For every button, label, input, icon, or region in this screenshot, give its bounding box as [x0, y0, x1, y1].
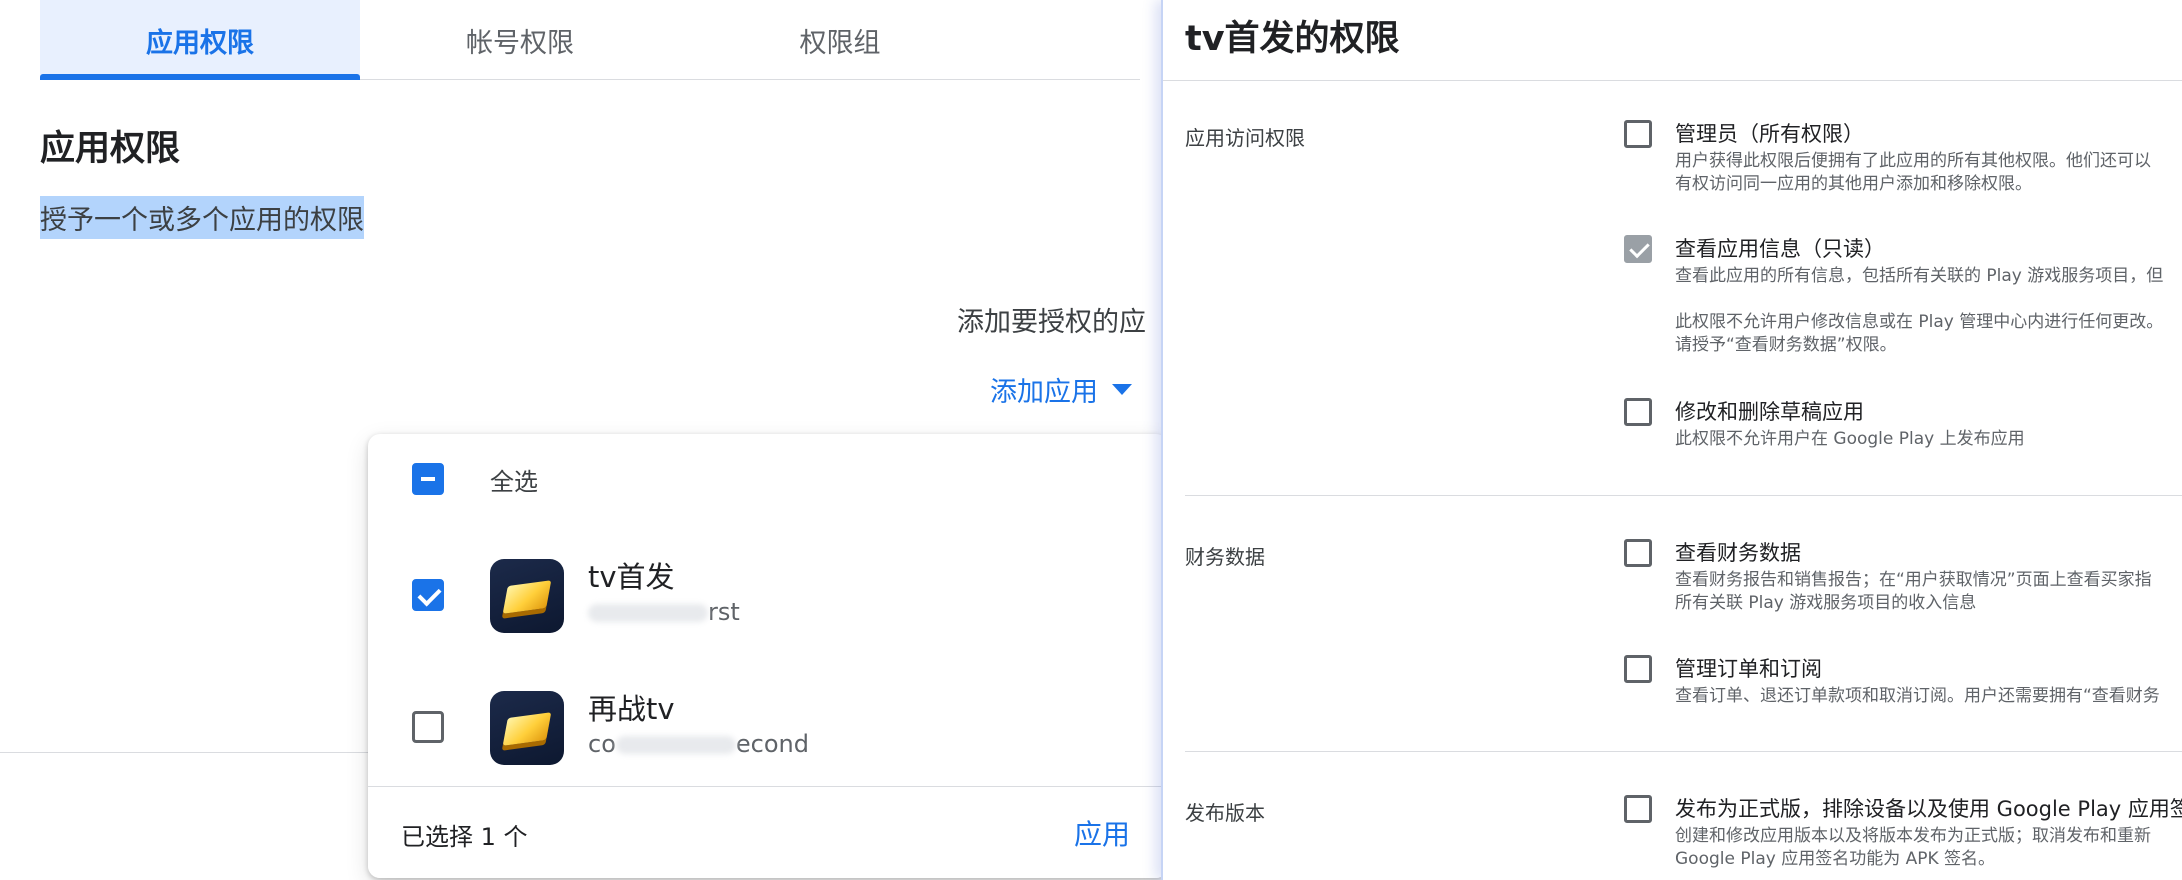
permission-desc-line: 查看订单、退还订单款项和取消订阅。用户还需要拥有“查看财务 — [1675, 686, 2160, 706]
app-package-suffix: rst — [708, 598, 740, 626]
permission-desc-line: 有权访问同一应用的其他用户添加和移除权限。 — [1675, 174, 2032, 194]
permission-desc-line: 查看此应用的所有信息，包括所有关联的 Play 游戏服务项目，但 — [1675, 266, 2164, 286]
app-checkbox[interactable] — [412, 711, 444, 743]
permission-desc-line: 所有关联 Play 游戏服务项目的收入信息 — [1675, 593, 1977, 613]
tab-account-permissions[interactable]: 帐号权限 — [360, 0, 680, 80]
add-app-button[interactable]: 添加应用 — [990, 370, 1132, 409]
app-icon — [490, 691, 564, 765]
permission-tabs: 应用权限 帐号权限 权限组 — [40, 0, 1140, 80]
caret-down-icon — [1112, 384, 1132, 395]
apply-button[interactable]: 应用 — [1074, 813, 1130, 853]
group-label: 应用访问权限 — [1185, 126, 1305, 150]
permission-desc-line: 查看财务报告和销售报告；在“用户获取情况”页面上查看买家指 — [1675, 570, 2152, 590]
tab-app-permissions[interactable]: 应用权限 — [40, 0, 360, 80]
app-select-dropdown: 全选 tv首发 rst 再战tv co econd 已选择 1 个 应用 — [368, 434, 1168, 878]
permission-description: 查看此应用的所有信息，包括所有关联的 Play 游戏服务项目，但 此权限不允许用… — [1675, 265, 2163, 357]
app-icon — [490, 559, 564, 633]
select-all-label: 全选 — [490, 468, 538, 496]
permission-desc-line: 此权限不允许用户修改信息或在 Play 管理中心内进行任何更改。 — [1675, 312, 2164, 332]
permission-checkbox[interactable] — [1624, 539, 1652, 567]
app-package: co econd — [588, 730, 809, 758]
permission-description: 用户获得此权限后便拥有了此应用的所有其他权限。他们还可以 有权访问同一应用的其他… — [1675, 150, 2151, 196]
permission-description: 查看财务报告和销售报告；在“用户获取情况”页面上查看买家指 所有关联 Play … — [1675, 569, 2152, 615]
app-list-item[interactable]: tv首发 rst — [368, 534, 1168, 664]
select-all-checkbox[interactable] — [412, 463, 444, 495]
permission-title: 查看应用信息（只读） — [1675, 237, 1885, 261]
redacted-text — [588, 604, 708, 622]
app-checkbox[interactable] — [412, 579, 444, 611]
divider — [1163, 80, 2182, 81]
select-all-row[interactable]: 全选 — [368, 434, 1168, 524]
permission-checkbox[interactable] — [1624, 120, 1652, 148]
dropdown-footer: 已选择 1 个 应用 — [368, 786, 1168, 878]
selected-count: 已选择 1 个 — [401, 823, 528, 851]
permission-title: 管理订单和订阅 — [1675, 657, 1822, 681]
permission-desc-line: 用户获得此权限后便拥有了此应用的所有其他权限。他们还可以 — [1675, 151, 2151, 171]
redacted-text — [615, 736, 736, 754]
add-app-button-label: 添加应用 — [990, 377, 1098, 408]
permission-description: 查看订单、退还订单款项和取消订阅。用户还需要拥有“查看财务 — [1675, 685, 2160, 708]
permission-desc-line: Google Play 应用签名功能为 APK 签名。 — [1675, 849, 1996, 869]
app-list-item[interactable]: 再战tv co econd — [368, 666, 1168, 796]
app-name: 再战tv — [588, 692, 675, 726]
permission-description: 创建和修改应用版本以及将版本发布为正式版；取消发布和重新 Google Play… — [1675, 825, 2151, 871]
app-package: rst — [588, 598, 740, 626]
permission-desc-line — [1675, 288, 2163, 311]
permission-title: 修改和删除草稿应用 — [1675, 400, 1864, 424]
permission-checkbox[interactable] — [1624, 655, 1652, 683]
permission-title: 查看财务数据 — [1675, 541, 1801, 565]
group-label: 发布版本 — [1185, 801, 1265, 825]
panel-title: tv首发的权限 — [1185, 19, 1400, 59]
app-package-prefix: co — [588, 730, 616, 758]
divider — [1185, 751, 2182, 752]
permission-desc-line: 请授予“查看财务数据”权限。 — [1675, 335, 1897, 355]
section-title: 应用权限 — [40, 129, 181, 169]
permission-description: 此权限不允许用户在 Google Play 上发布应用 — [1675, 428, 2025, 451]
tab-permission-groups[interactable]: 权限组 — [680, 0, 1000, 80]
permission-checkbox[interactable] — [1624, 398, 1652, 426]
permission-checkbox[interactable] — [1624, 235, 1652, 263]
permission-title: 发布为正式版，排除设备以及使用 Google Play 应用签名 — [1675, 797, 2182, 821]
permission-title: 管理员（所有权限） — [1675, 122, 1864, 146]
section-subtitle: 授予一个或多个应用的权限 — [40, 196, 364, 239]
permission-desc-line: 创建和修改应用版本以及将版本发布为正式版；取消发布和重新 — [1675, 826, 2151, 846]
divider — [1185, 495, 2182, 496]
group-label: 财务数据 — [1185, 545, 1265, 569]
add-app-prompt: 添加要授权的应 — [957, 307, 1146, 338]
app-name: tv首发 — [588, 560, 675, 594]
permission-desc-line: 此权限不允许用户在 Google Play 上发布应用 — [1675, 429, 2025, 449]
permissions-panel: tv首发的权限 应用访问权限 管理员（所有权限） 用户获得此权限后便拥有了此应用… — [1161, 0, 2182, 880]
app-package-suffix: econd — [735, 730, 809, 758]
app-root: 应用权限 帐号权限 权限组 应用权限 授予一个或多个应用的权限 添加要授权的应 … — [0, 0, 2182, 880]
permission-checkbox[interactable] — [1624, 795, 1652, 823]
